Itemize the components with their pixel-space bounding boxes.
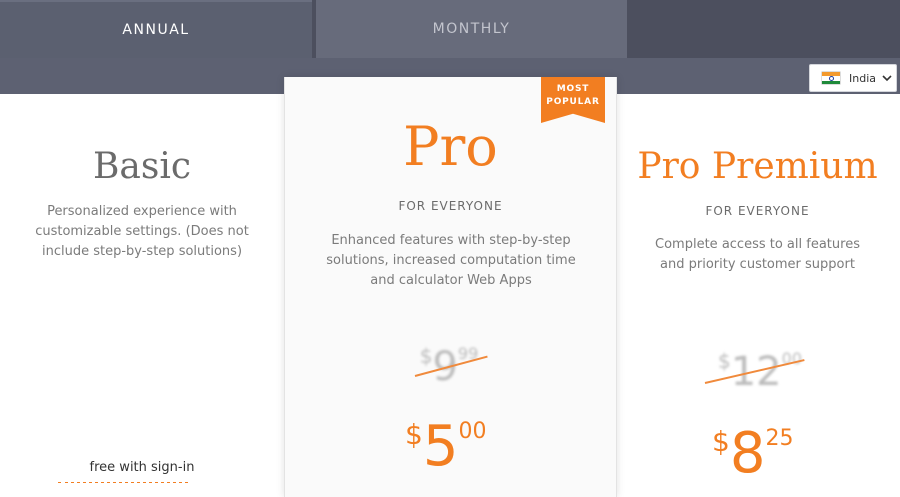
india-flag-icon [822,72,840,84]
plan-description-pro: Enhanced features with step-by-step solu… [326,233,576,288]
ribbon-line-2: POPULAR [546,97,600,107]
country-label: India [849,71,876,85]
plan-description-basic: Personalized experience with customizabl… [35,204,249,259]
price-premium: $825 [712,421,794,486]
plan-name-basic: Basic [92,146,192,187]
free-with-sign-in-label: free with sign-in [89,460,195,475]
plan-subtitle-premium: FOR EVERYONE [705,204,810,218]
ribbon-line-1: MOST [556,84,590,94]
tab-monthly[interactable]: MONTHLY [316,0,627,58]
plan-description-premium: Complete access to all features and prio… [655,237,860,272]
tab-annual[interactable]: ANNUAL [0,0,312,58]
plan-card-premium: Pro Premium FOR EVERYONE Complete access… [615,94,900,486]
plan-name-premium: Pro Premium [637,146,878,187]
chevron-down-icon [882,74,892,81]
country-select[interactable]: India [809,64,897,92]
plan-name-pro: Pro [403,115,498,178]
plan-card-pro: MOST POPULAR Pro FOR EVERYONE Enhanced f… [284,77,617,497]
plan-card-basic: Basic Personalized experience with custo… [0,94,284,486]
price-pro: $500 [405,414,487,479]
plan-subtitle-pro: FOR EVERYONE [398,199,503,213]
billing-period-tabs: ANNUAL MONTHLY [0,0,900,58]
original-price-premium: $1200 [718,349,802,395]
sign-in-link[interactable] [58,482,188,488]
